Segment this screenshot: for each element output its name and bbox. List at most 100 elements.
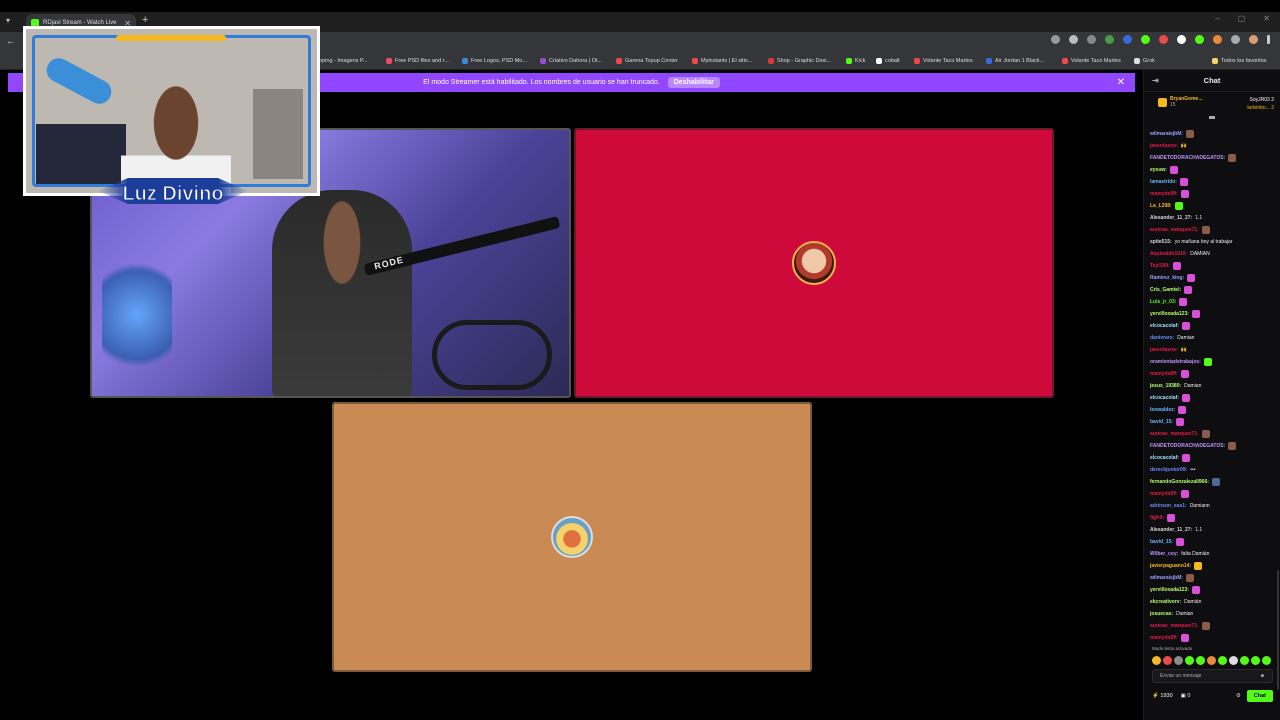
emote-icon[interactable] [1185, 655, 1194, 665]
pinned-handle-icon[interactable] [1209, 116, 1215, 119]
bookmark-item[interactable]: Air Jordan 1 Black... [986, 58, 1044, 64]
emote-icon[interactable] [1240, 655, 1249, 665]
chat-username[interactable]: spite515: [1150, 239, 1172, 245]
chat-username[interactable]: josuecas: [1150, 611, 1173, 617]
chat-username[interactable]: Wilber_coy: [1150, 551, 1178, 557]
leader-entry[interactable]: SoyJR03 2 [1247, 96, 1274, 104]
chat-username[interactable]: wilmaraisjbM: [1150, 131, 1183, 137]
bookmark-item[interactable]: Kick [846, 58, 865, 64]
chat-username[interactable]: elcocacolaf: [1150, 395, 1179, 401]
emote-icon[interactable] [1218, 655, 1227, 665]
chat-username[interactable]: mamyds99: [1150, 371, 1178, 377]
all-favorites[interactable]: Todos los favoritos [1212, 58, 1267, 64]
chat-username[interactable]: ekcreativorv: [1150, 599, 1181, 605]
bookmark-item[interactable]: Criativo Dahora | Ot... [540, 58, 602, 64]
emoji-picker-icon[interactable]: ☻ [1260, 673, 1265, 679]
chat-username[interactable]: Luis_jr_03: [1150, 299, 1176, 305]
guest-tile-red[interactable] [574, 128, 1054, 398]
leader-top[interactable]: BryanGome... 15 [1158, 96, 1203, 112]
extension-icon[interactable] [1141, 35, 1150, 44]
chat-username[interactable]: elcocacolaf: [1150, 455, 1179, 461]
star-icon[interactable] [1069, 35, 1078, 44]
send-chat-button[interactable]: Chat [1246, 690, 1273, 702]
chat-username[interactable]: La_L298: [1150, 203, 1172, 209]
chat-username[interactable]: adrinson_eas1: [1150, 503, 1187, 509]
bookmark-item[interactable]: cobalt [876, 58, 900, 64]
chat-username[interactable]: aurinas_marques71: [1150, 227, 1199, 233]
chat-username[interactable]: bavid_15: [1150, 539, 1173, 545]
bookmark-item[interactable]: Free PSD files and r... [386, 58, 449, 64]
profile-avatar[interactable] [1249, 35, 1258, 44]
chat-username[interactable]: mamyds99: [1150, 635, 1178, 641]
bookmark-item[interactable]: ooping - Imagens P... [316, 58, 368, 64]
bookmark-item[interactable]: Shop - Graphic Desi... [768, 58, 831, 64]
gear-icon[interactable]: ⚙ [1236, 693, 1241, 699]
chat-username[interactable]: jaserdasne: [1150, 347, 1178, 353]
extension-icon[interactable] [1159, 35, 1168, 44]
chat-username[interactable]: jesus_19380: [1150, 383, 1181, 389]
chat-username[interactable]: Aquinaldo1010: [1150, 251, 1187, 257]
chat-username[interactable]: dereckjunior09: [1150, 467, 1187, 473]
collapse-chat-icon[interactable]: ⇥ [1152, 76, 1159, 85]
chat-username[interactable]: fernandoGonzalezall966: [1150, 479, 1209, 485]
back-icon[interactable]: ← [6, 36, 16, 47]
zoom-icon[interactable] [1051, 35, 1060, 44]
bookmark-item[interactable]: Grok [1134, 58, 1155, 64]
chat-username[interactable]: aurinas_marques71: [1150, 431, 1199, 437]
chat-username[interactable]: oramientadetrabajos: [1150, 359, 1201, 365]
emote-icon[interactable] [1262, 655, 1271, 665]
new-tab-button[interactable]: + [142, 14, 148, 26]
bookmark-item[interactable]: Garena Topup Center [616, 58, 678, 64]
chat-username[interactable]: Alexander_11_27: [1150, 527, 1192, 533]
chat-username[interactable]: FANDETODORACHADEGATOS: [1150, 155, 1225, 161]
chat-username[interactable]: mamyds99: [1150, 191, 1178, 197]
window-close-icon[interactable]: ✕ [1263, 14, 1270, 23]
extension-icon[interactable] [1213, 35, 1222, 44]
chat-username[interactable]: FANDETODORACHADEGATOS: [1150, 443, 1225, 449]
chat-username[interactable]: Cris_Gamtel: [1150, 287, 1181, 293]
emote-icon[interactable] [1251, 655, 1260, 665]
bookmark-item[interactable]: Volante Taco Martes [914, 58, 973, 64]
chat-username[interactable]: yervilloxada123: [1150, 587, 1189, 593]
chat-username[interactable]: leowaldez: [1150, 407, 1175, 413]
menu-icon[interactable] [1267, 35, 1270, 44]
extension-icon[interactable] [1105, 35, 1114, 44]
chat-username[interactable]: aurinas_marques71: [1150, 623, 1199, 629]
chat-username[interactable]: jaserdasne: [1150, 143, 1178, 149]
chat-scrollbar[interactable] [1277, 570, 1279, 690]
chat-username[interactable]: yervilloxada123: [1150, 311, 1189, 317]
emote-icon[interactable] [1207, 655, 1216, 665]
chat-username[interactable]: mamyds99: [1150, 491, 1178, 497]
chat-username[interactable]: javierpaguano14: [1150, 563, 1191, 569]
extension-icon[interactable] [1195, 35, 1204, 44]
bookmark-item[interactable]: Myinstants | El sitio... [692, 58, 753, 64]
extension-icon[interactable] [1177, 35, 1186, 44]
chat-username[interactable]: Tayl199: [1150, 263, 1170, 269]
chat-username[interactable]: bavid_15: [1150, 419, 1173, 425]
banner-close-icon[interactable]: ✕ [1117, 77, 1125, 88]
chat-username[interactable]: lamastrido: [1150, 179, 1177, 185]
chat-username[interactable]: wilmaraisjbM: [1150, 575, 1183, 581]
chat-username[interactable]: figfr9: [1150, 515, 1164, 521]
chat-username[interactable]: danivrars: [1150, 335, 1174, 341]
tab-search-icon[interactable]: ▾ [6, 16, 10, 25]
chat-username[interactable]: Ramirez_king: [1150, 275, 1184, 281]
disable-button[interactable]: Deshabilitar [667, 77, 720, 88]
guest-tile-tan[interactable] [332, 402, 812, 672]
emote-icon[interactable] [1174, 655, 1183, 665]
maximize-icon[interactable]: ▢ [1238, 14, 1246, 23]
chat-username[interactable]: Alexander_11_27: [1150, 215, 1192, 221]
chat-input[interactable]: Enviar un mensaje ☻ [1152, 669, 1273, 683]
emote-icon[interactable] [1152, 655, 1161, 665]
emote-icon[interactable] [1229, 655, 1238, 665]
puzzle-icon[interactable] [1231, 35, 1240, 44]
extension-icon[interactable] [1123, 35, 1132, 44]
chat-username[interactable]: eysuw: [1150, 167, 1167, 173]
emote-icon[interactable] [1163, 655, 1172, 665]
bookmark-item[interactable]: Free Logos, PSD Mo... [462, 58, 527, 64]
bookmark-item[interactable]: Volante Taco Martes [1062, 58, 1121, 64]
extension-icon[interactable] [1087, 35, 1096, 44]
leader-entry[interactable]: kelvinbo... 2 [1247, 104, 1274, 112]
emote-icon[interactable] [1196, 655, 1205, 665]
minimize-icon[interactable]: – [1215, 14, 1219, 23]
